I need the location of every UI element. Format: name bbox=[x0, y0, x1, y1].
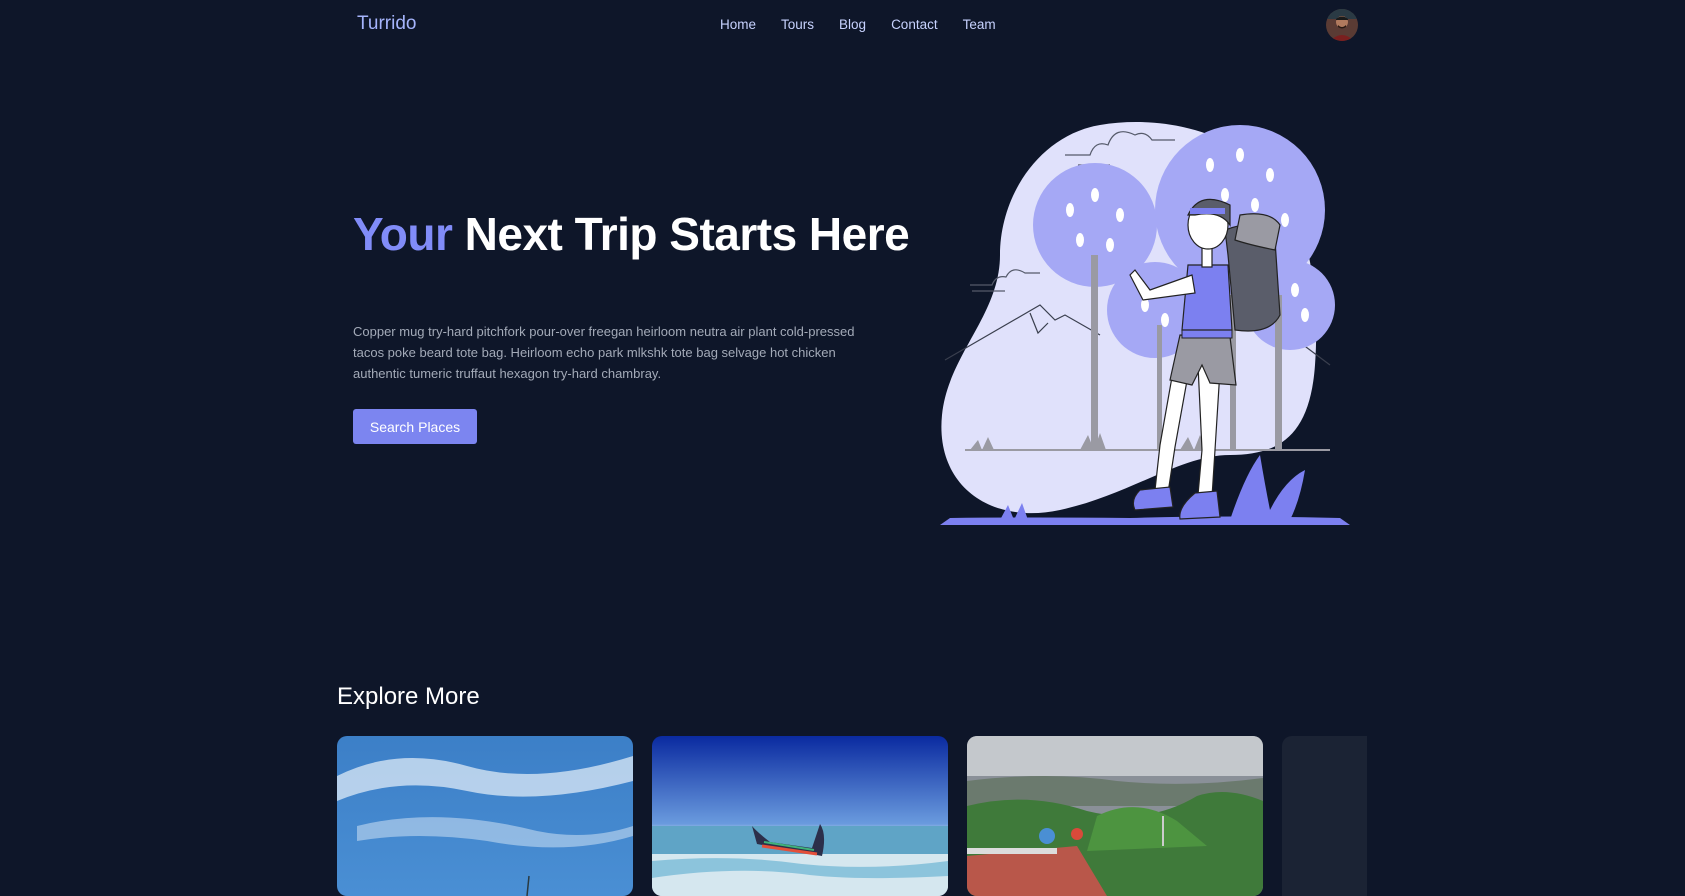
explore-card-sky[interactable] bbox=[337, 736, 633, 896]
explore-card-beach[interactable] bbox=[652, 736, 948, 896]
backpacker-illustration bbox=[930, 115, 1360, 535]
explore-card-partial[interactable] bbox=[1282, 736, 1367, 896]
nav-link-contact[interactable]: Contact bbox=[891, 17, 938, 32]
nav-link-blog[interactable]: Blog bbox=[839, 17, 866, 32]
brand-logo[interactable]: Turrido bbox=[357, 13, 416, 35]
nav-link-home[interactable]: Home bbox=[720, 17, 756, 32]
hero-title-rest: Next Trip Starts Here bbox=[464, 208, 910, 260]
nav-link-team[interactable]: Team bbox=[963, 17, 996, 32]
avatar-icon bbox=[1326, 9, 1358, 41]
explore-card-hills[interactable] bbox=[967, 736, 1263, 896]
top-navbar: Turrido Home Tours Blog Contact Team bbox=[0, 0, 1685, 52]
explore-more-title: Explore More bbox=[337, 683, 480, 710]
nav-link-tours[interactable]: Tours bbox=[781, 17, 814, 32]
beach-photo bbox=[652, 736, 948, 896]
search-places-button[interactable]: Search Places bbox=[353, 409, 477, 444]
hills-photo bbox=[967, 736, 1263, 896]
main-menu: Home Tours Blog Contact Team bbox=[720, 17, 1021, 32]
hero-description: Copper mug try-hard pitchfork pour-over … bbox=[353, 324, 855, 381]
hero-title-accent: Your bbox=[353, 208, 453, 260]
sky-photo bbox=[337, 736, 633, 896]
user-avatar[interactable] bbox=[1326, 9, 1358, 41]
hero-title: Your Next Trip Starts Here bbox=[353, 210, 913, 258]
